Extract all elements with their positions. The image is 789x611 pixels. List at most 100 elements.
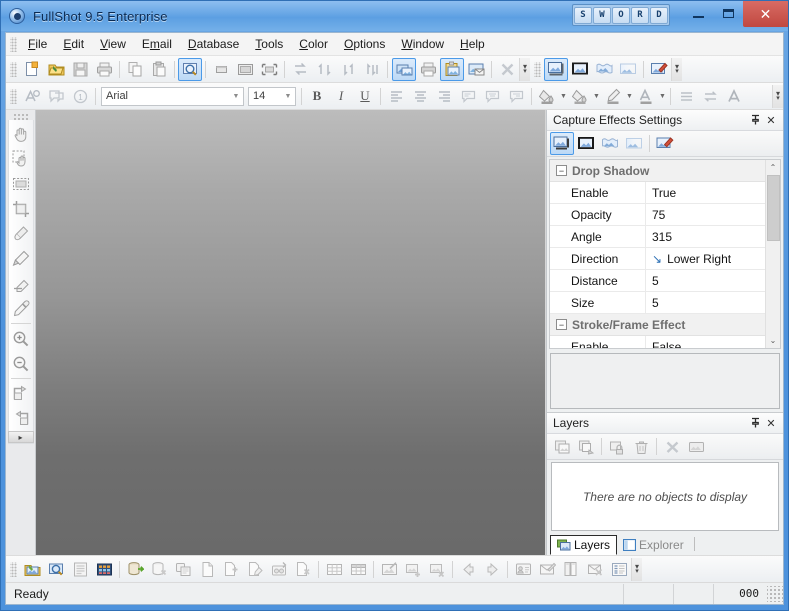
sword-button-o[interactable]: O xyxy=(612,6,630,24)
delete-layer-button[interactable] xyxy=(629,435,653,458)
eraser-tool[interactable] xyxy=(9,271,33,296)
database-copy-button[interactable] xyxy=(171,558,195,581)
mail-delete-button[interactable] xyxy=(583,558,607,581)
bottom-toolbar-gripper[interactable] xyxy=(10,561,17,577)
property-value[interactable]: 5 xyxy=(646,296,765,310)
align-center-button[interactable] xyxy=(408,85,432,108)
layers-list[interactable]: There are no objects to display xyxy=(551,462,779,531)
effect-frame-button[interactable] xyxy=(568,58,592,81)
capture-image-button[interactable] xyxy=(392,57,416,81)
sword-button-d[interactable]: D xyxy=(650,6,668,24)
property-row[interactable]: Distance 5 xyxy=(550,270,765,292)
font-color-dropdown[interactable]: ▼ xyxy=(658,85,667,108)
line-arrow-button[interactable] xyxy=(698,85,722,108)
canvas-area[interactable] xyxy=(36,110,546,555)
font-family-combobox[interactable]: Arial ▼ xyxy=(101,86,244,106)
rotate-right-tool[interactable] xyxy=(9,406,33,431)
preview-button[interactable] xyxy=(44,558,68,581)
tab-explorer[interactable]: Explorer xyxy=(617,535,690,555)
details-list-button[interactable] xyxy=(607,558,631,581)
zoom-out-tool[interactable] xyxy=(9,351,33,376)
property-value[interactable]: False xyxy=(646,340,765,349)
delete-capture-button[interactable] xyxy=(495,58,519,81)
crop-tool[interactable] xyxy=(9,196,33,221)
smudge-tool[interactable] xyxy=(9,221,33,246)
menu-help[interactable]: Help xyxy=(452,34,493,54)
background-color-dropdown[interactable]: ▼ xyxy=(592,85,601,108)
property-category-drop-shadow[interactable]: − Drop Shadow xyxy=(550,160,765,182)
clipboard-image-button[interactable] xyxy=(440,57,464,81)
pin-icon[interactable] xyxy=(747,415,763,432)
property-value[interactable]: True xyxy=(646,186,765,200)
property-row[interactable]: Direction ↘ Lower Right xyxy=(550,248,765,270)
minimize-button[interactable] xyxy=(683,1,713,25)
font-color-button[interactable] xyxy=(634,85,658,108)
maximize-button[interactable] xyxy=(713,1,743,25)
remove-annotation-button[interactable] xyxy=(425,558,449,581)
lock-layer-button[interactable] xyxy=(605,435,629,458)
capture-screen-button[interactable] xyxy=(233,58,257,81)
paste-button[interactable] xyxy=(147,58,171,81)
text-tool-button[interactable] xyxy=(20,85,44,108)
callout-left-button[interactable] xyxy=(456,85,480,108)
record-edit-button[interactable] xyxy=(243,558,267,581)
prev-record-button[interactable] xyxy=(456,558,480,581)
property-value[interactable]: 75 xyxy=(646,208,765,222)
property-value-direction[interactable]: ↘ Lower Right xyxy=(646,252,765,266)
callout-center-button[interactable] xyxy=(480,85,504,108)
database-add-button[interactable] xyxy=(123,558,147,581)
property-value[interactable]: 315 xyxy=(646,230,765,244)
property-row[interactable]: Angle 315 xyxy=(550,226,765,248)
effect-fade-button[interactable] xyxy=(616,58,640,81)
numbered-stamp-button[interactable]: 1 xyxy=(68,85,92,108)
add-annotation-button[interactable] xyxy=(401,558,425,581)
menu-file[interactable]: File xyxy=(20,34,55,54)
collapse-icon[interactable]: − xyxy=(556,319,567,330)
grid-small-button[interactable] xyxy=(322,558,346,581)
capture-zoom-button[interactable] xyxy=(178,57,202,81)
record-find-button[interactable] xyxy=(267,558,291,581)
collapse-icon[interactable]: − xyxy=(556,165,567,176)
menu-email[interactable]: Email xyxy=(134,34,180,54)
fill-color-dropdown[interactable]: ▼ xyxy=(559,85,568,108)
menu-edit[interactable]: Edit xyxy=(55,34,92,54)
list-view-button[interactable] xyxy=(68,558,92,581)
capture-region-button[interactable] xyxy=(257,58,281,81)
add-layer-button[interactable] xyxy=(550,435,574,458)
menu-options[interactable]: Options xyxy=(336,34,393,54)
tools-expand-button[interactable]: ▸ xyxy=(7,431,34,443)
merge-layers-button[interactable] xyxy=(660,435,684,458)
print-button[interactable] xyxy=(92,58,116,81)
background-color-button[interactable] xyxy=(568,85,592,108)
record-add-button[interactable] xyxy=(219,558,243,581)
property-row[interactable]: Size 5 xyxy=(550,292,765,314)
eyedropper-tool[interactable] xyxy=(9,296,33,321)
toolbar-overflow-button[interactable]: ▾ ▾ xyxy=(671,57,682,81)
close-icon[interactable]: ✕ xyxy=(763,415,779,432)
export-image-button[interactable] xyxy=(377,558,401,581)
database-delete-button[interactable] xyxy=(147,558,171,581)
copy-button[interactable] xyxy=(123,58,147,81)
scroll-down-button[interactable]: ⌄ xyxy=(765,333,780,348)
main-toolbar-gripper[interactable] xyxy=(10,61,17,77)
effect-reset-button[interactable] xyxy=(647,58,671,81)
align-left-button[interactable] xyxy=(384,85,408,108)
effect-torn-edge-tab[interactable] xyxy=(598,132,622,155)
format-toolbar-gripper[interactable] xyxy=(10,88,17,104)
property-category-stroke-frame[interactable]: − Stroke/Frame Effect xyxy=(550,314,765,336)
save-button[interactable] xyxy=(68,58,92,81)
pan-hand-tool[interactable] xyxy=(9,121,33,146)
menu-tools[interactable]: Tools xyxy=(247,34,291,54)
effect-frame-tab[interactable] xyxy=(574,132,598,155)
effect-fade-tab[interactable] xyxy=(622,132,646,155)
sword-button-r[interactable]: R xyxy=(631,6,649,24)
toolbar-overflow-button[interactable]: ▾ ▾ xyxy=(519,57,530,81)
callout-right-button[interactable] xyxy=(504,85,528,108)
select-region-tool[interactable] xyxy=(9,171,33,196)
open-folder-button[interactable] xyxy=(44,58,68,81)
thumbnail-view-button[interactable] xyxy=(92,558,116,581)
bottom-toolbar-overflow[interactable]: ▾ ▾ xyxy=(631,557,642,581)
swap-horizontal-button[interactable] xyxy=(288,58,312,81)
effect-reset-tab[interactable] xyxy=(653,132,677,155)
duplicate-layer-button[interactable] xyxy=(574,435,598,458)
